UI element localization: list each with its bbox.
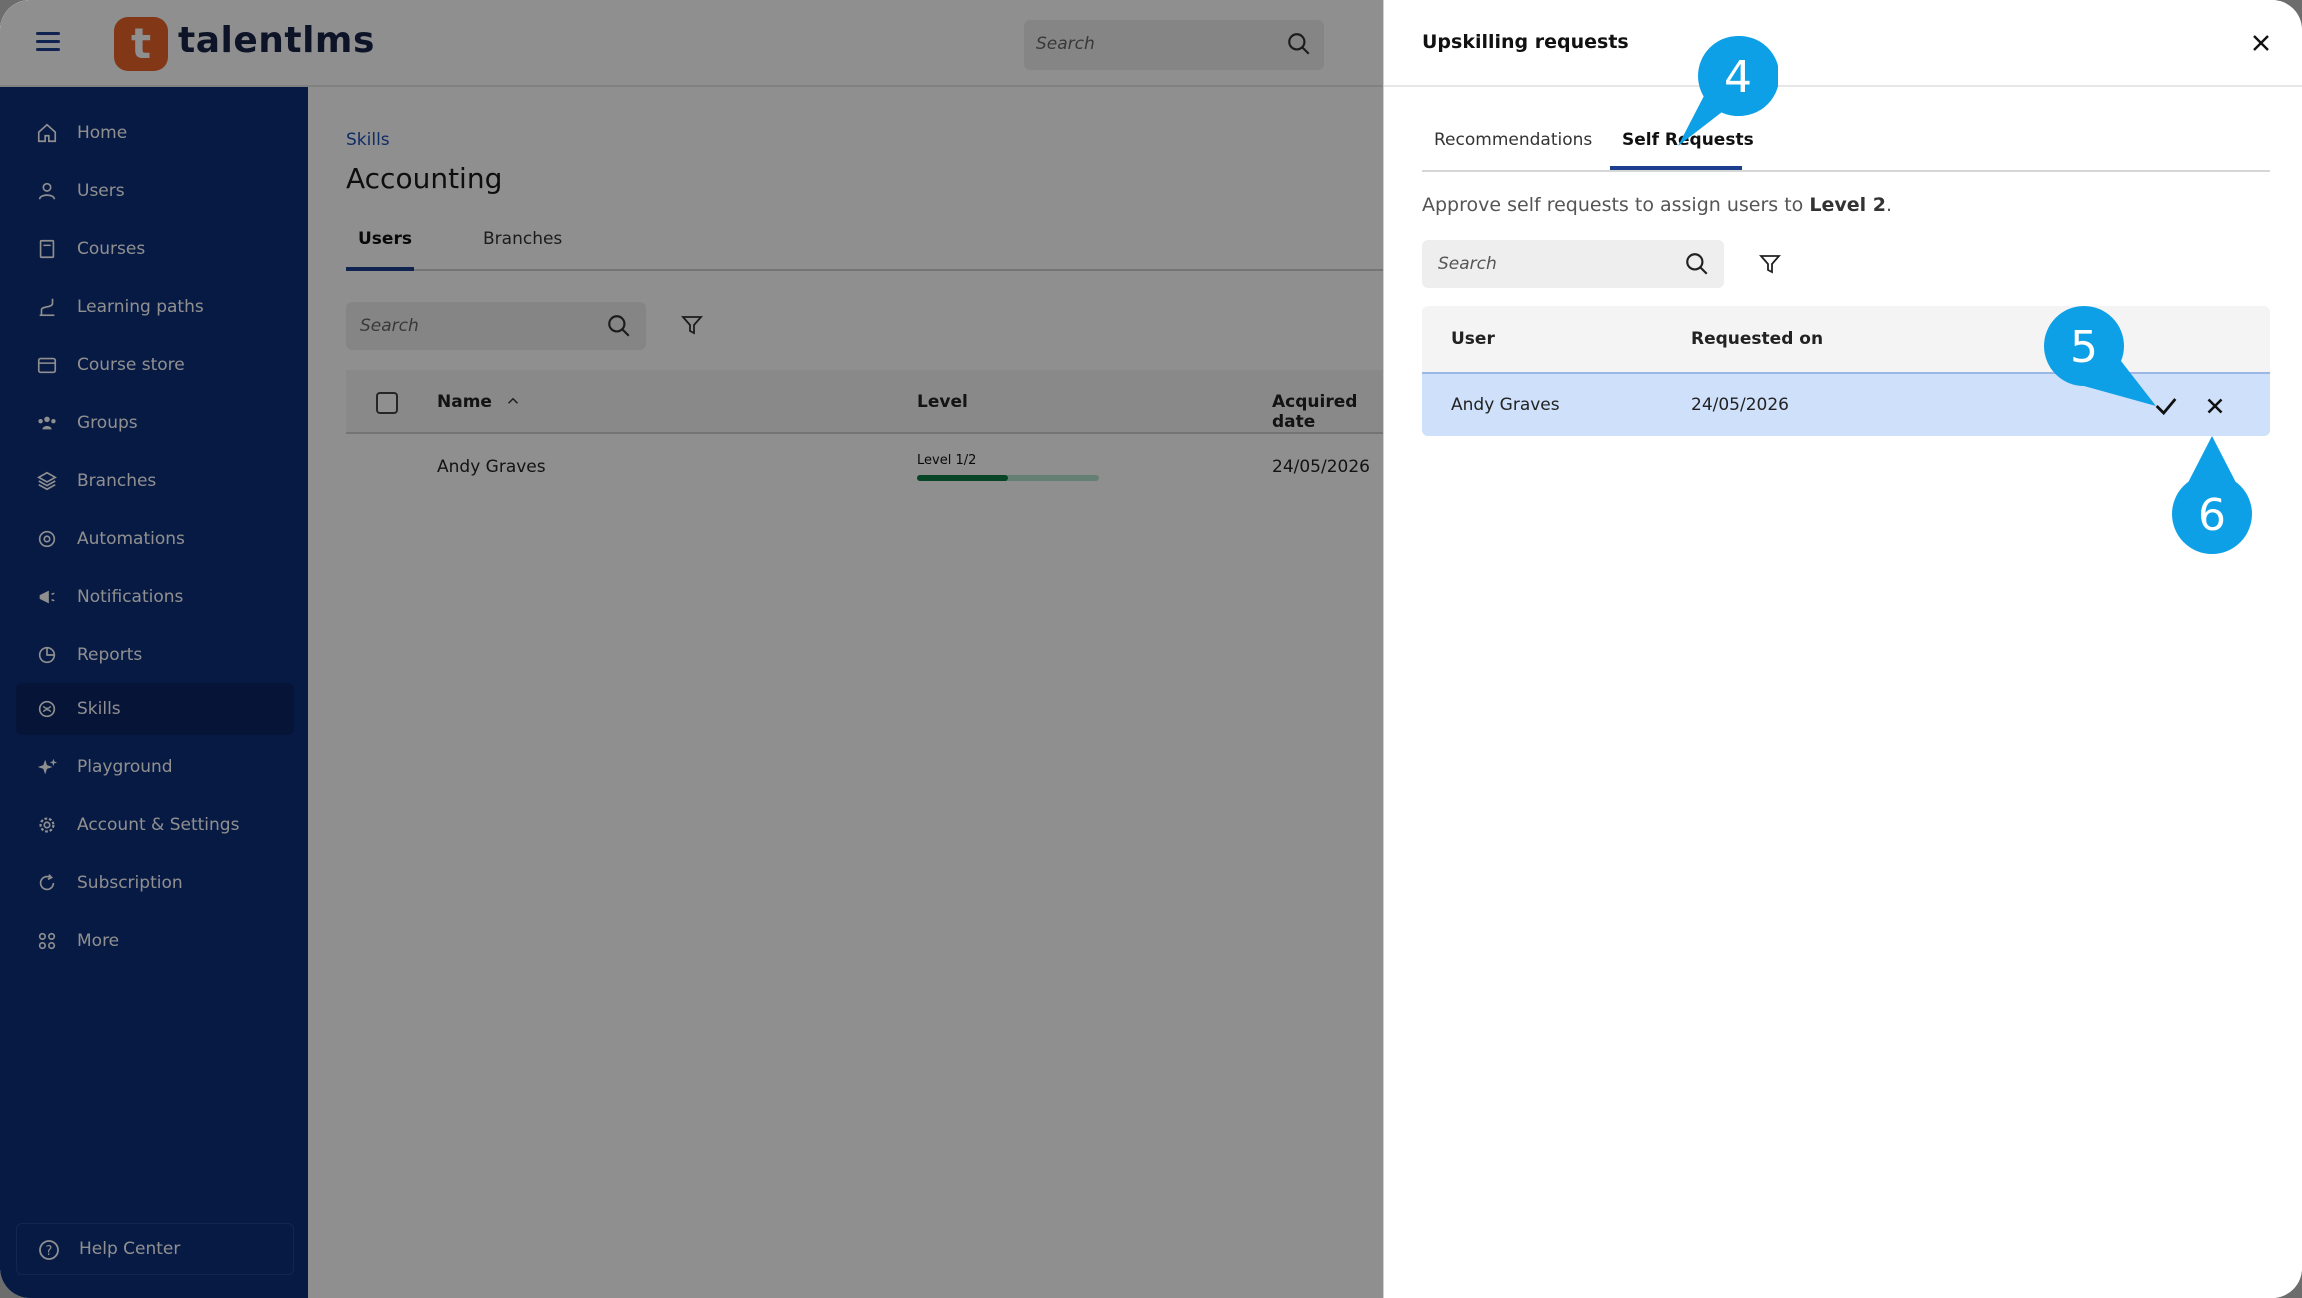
search-placeholder: Search <box>1438 254 1497 274</box>
screen-frame: t talentlms Search Home Users Courses Le… <box>0 0 2302 1298</box>
modal-backdrop[interactable] <box>0 0 1383 1298</box>
tab-recommendations[interactable]: Recommendations <box>1434 130 1592 150</box>
callout-number: 4 <box>1724 52 1752 103</box>
description-text: Approve self requests to assign users to <box>1422 194 1810 216</box>
callout-marker-6: 6 <box>2172 436 2252 554</box>
request-user-name: Andy Graves <box>1451 395 1560 415</box>
description-suffix: . <box>1885 194 1893 216</box>
callout-marker-4: 4 <box>1678 36 1778 146</box>
request-date: 24/05/2026 <box>1691 395 1789 415</box>
callout-number: 6 <box>2198 490 2226 541</box>
panel-tabs: Recommendations Self Requests <box>1422 124 2270 172</box>
search-icon[interactable] <box>1684 251 1710 281</box>
panel-header: Upskilling requests <box>1384 0 2302 87</box>
close-icon[interactable] <box>2249 31 2273 55</box>
reject-close-icon[interactable] <box>2202 393 2228 419</box>
callout-number: 5 <box>2070 322 2098 373</box>
active-tab-indicator <box>1610 166 1742 170</box>
description-level: Level 2 <box>1809 194 1886 216</box>
column-requested-on: Requested on <box>1691 329 1824 349</box>
callout-marker-5: 5 <box>2044 306 2156 406</box>
upskilling-requests-panel: Upskilling requests Recommendations Self… <box>1383 0 2302 1298</box>
column-user: User <box>1451 329 1495 349</box>
panel-description: Approve self requests to assign users to… <box>1422 194 1892 216</box>
requests-search-input[interactable]: Search <box>1422 240 1724 288</box>
app-window: t talentlms Search Home Users Courses Le… <box>0 0 1383 1298</box>
filter-icon[interactable] <box>1758 252 1782 280</box>
panel-title: Upskilling requests <box>1422 31 1629 53</box>
